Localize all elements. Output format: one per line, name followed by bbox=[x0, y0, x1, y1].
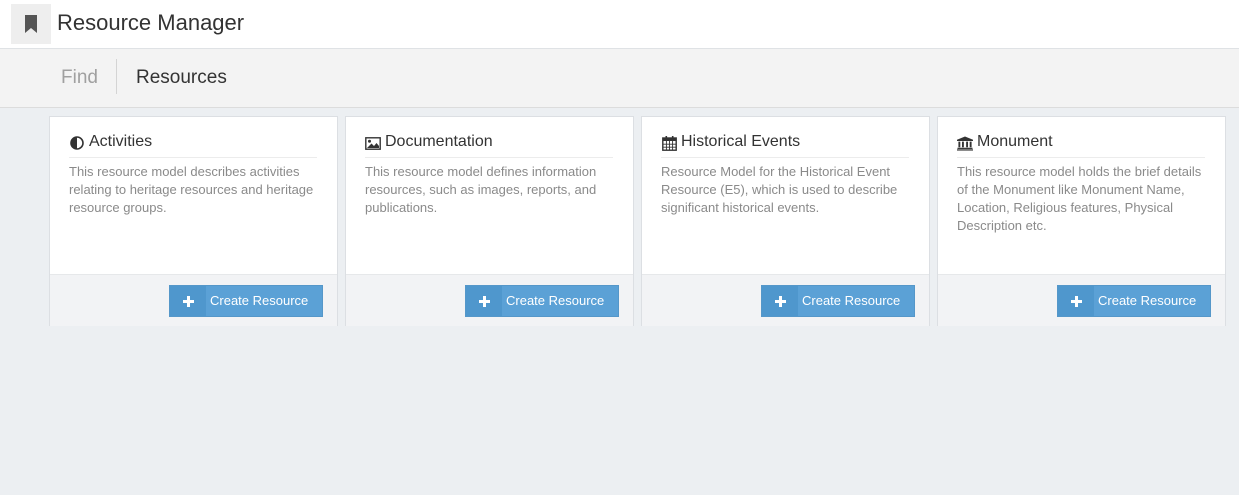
card-title: Activities bbox=[89, 133, 153, 150]
create-resource-button[interactable]: Create Resource bbox=[761, 285, 915, 317]
create-resource-button[interactable]: Create Resource bbox=[169, 285, 323, 317]
card-footer: Create Resource bbox=[642, 274, 929, 326]
plus-icon bbox=[170, 286, 206, 316]
resource-card-documentation: Documentation This resource model define… bbox=[345, 116, 634, 326]
card-header: Documentation bbox=[365, 133, 613, 158]
button-label: Create Resource bbox=[802, 293, 901, 308]
tab-divider bbox=[116, 59, 117, 94]
card-header: Activities bbox=[69, 133, 317, 158]
create-resource-button[interactable]: Create Resource bbox=[1057, 285, 1211, 317]
card-title: Monument bbox=[977, 133, 1053, 150]
resource-card-monument: Monument This resource model holds the b… bbox=[937, 116, 1226, 326]
institution-icon bbox=[957, 135, 973, 151]
plus-icon bbox=[762, 286, 798, 316]
button-label: Create Resource bbox=[506, 293, 605, 308]
card-description: This resource model holds the brief deta… bbox=[957, 164, 1202, 233]
card-header: Historical Events bbox=[661, 133, 909, 158]
plus-icon bbox=[1058, 286, 1094, 316]
card-footer: Create Resource bbox=[346, 274, 633, 326]
card-footer: Create Resource bbox=[938, 274, 1225, 326]
calendar-icon bbox=[661, 135, 677, 151]
button-label: Create Resource bbox=[210, 293, 309, 308]
resource-card-activities: Activities This resource model describes… bbox=[49, 116, 338, 326]
nav-bar: Find Resources bbox=[0, 49, 1239, 108]
image-icon bbox=[365, 135, 381, 151]
create-resource-button[interactable]: Create Resource bbox=[465, 285, 619, 317]
button-label: Create Resource bbox=[1098, 293, 1197, 308]
card-footer: Create Resource bbox=[50, 274, 337, 326]
card-title: Historical Events bbox=[681, 133, 801, 150]
top-bar: Resource Manager bbox=[0, 0, 1239, 49]
tab-find[interactable]: Find bbox=[61, 49, 98, 108]
card-description: Resource Model for the Historical Event … bbox=[661, 164, 898, 215]
card-description: This resource model describes activities… bbox=[69, 164, 314, 215]
card-title: Documentation bbox=[385, 133, 493, 150]
card-header: Monument bbox=[957, 133, 1205, 158]
half-circle-icon bbox=[69, 135, 85, 151]
plus-icon bbox=[466, 286, 502, 316]
resource-card-historical-events: Historical Events Resource Model for the… bbox=[641, 116, 930, 326]
app-title: Resource Manager bbox=[57, 10, 245, 35]
card-description: This resource model defines information … bbox=[365, 164, 597, 215]
app-logo[interactable] bbox=[11, 4, 51, 44]
bookmark-icon bbox=[25, 15, 37, 33]
tab-resources[interactable]: Resources bbox=[136, 49, 227, 108]
